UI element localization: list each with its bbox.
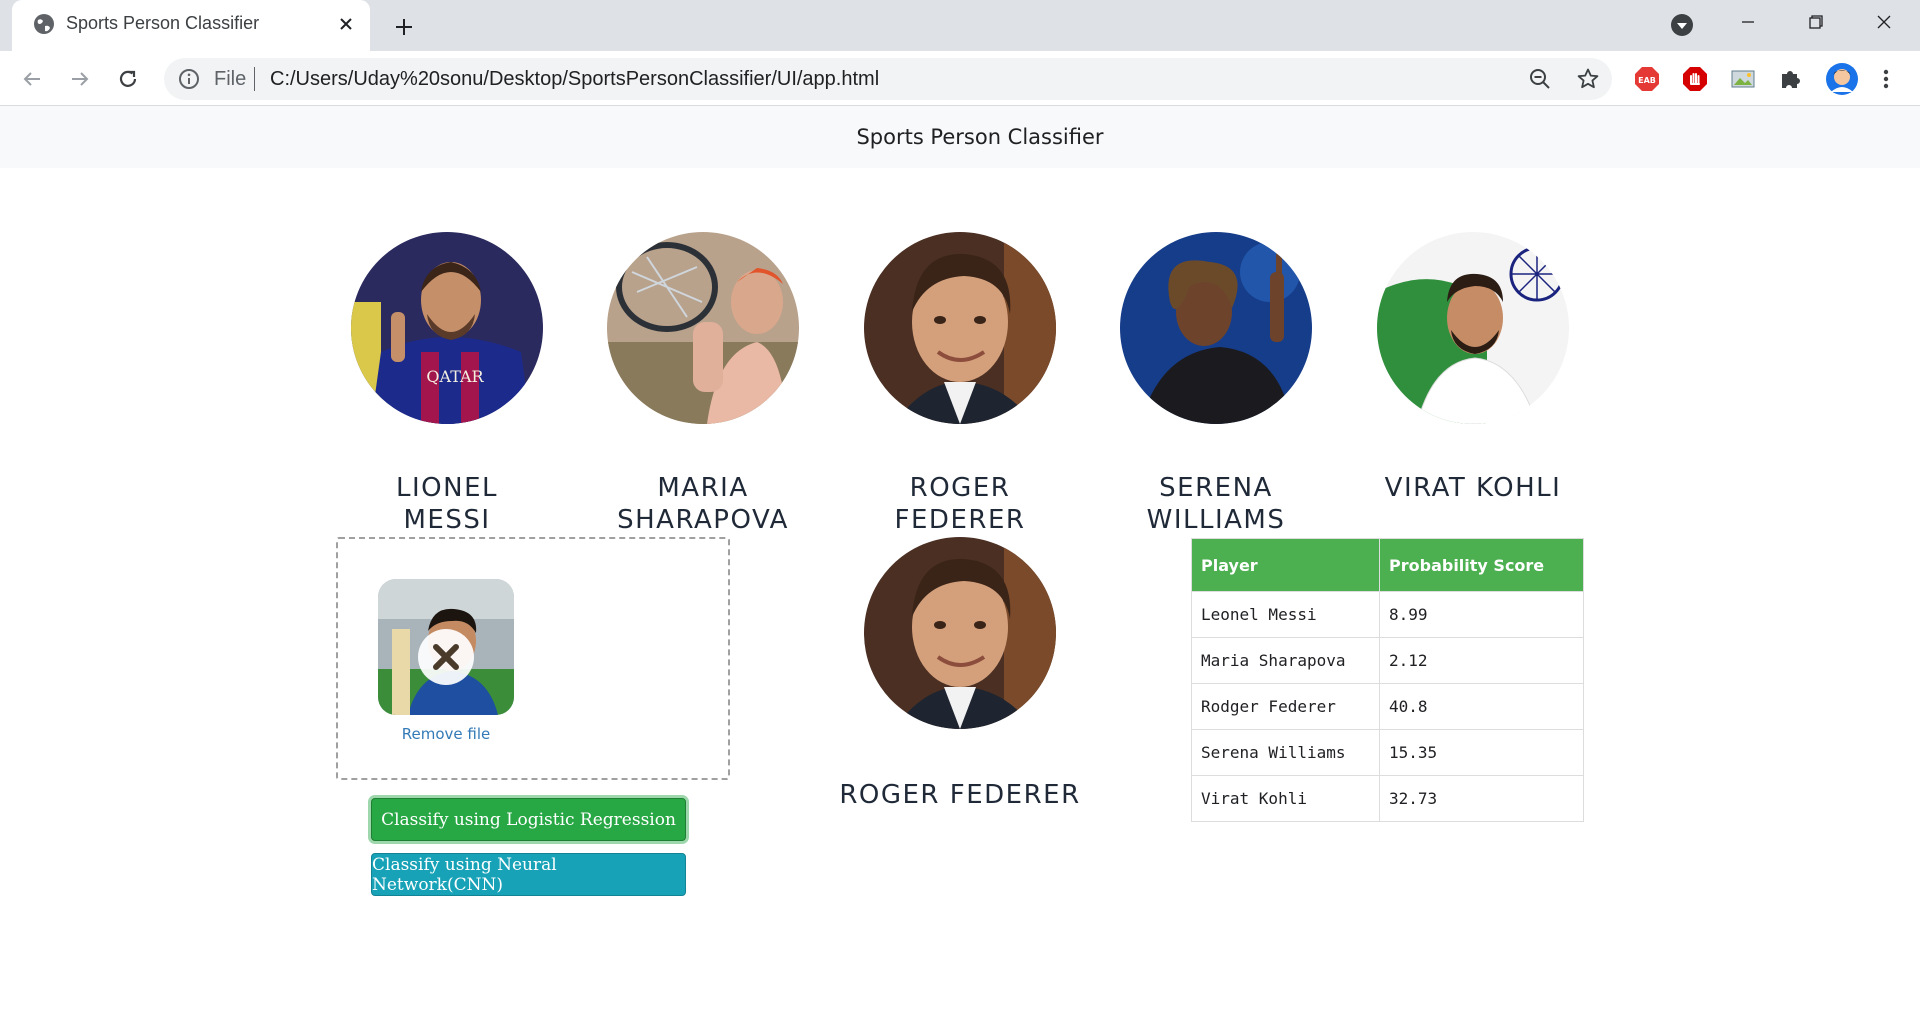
- player-name: LIONEL MESSI: [332, 472, 562, 536]
- table-row: Leonel Messi 8.99: [1191, 591, 1584, 638]
- table-row: Rodger Federer 40.8: [1191, 683, 1584, 730]
- page-content: Sports Person Classifier QATAR LIONEL ME…: [0, 106, 1920, 1017]
- address-bar[interactable]: File C:/Users/Uday%20sonu/Desktop/Sports…: [164, 58, 1612, 100]
- classify-cnn-button[interactable]: Classify using Neural Network(CNN): [371, 853, 686, 896]
- player-card-federer: ROGER FEDERER: [845, 232, 1075, 536]
- remove-file-icon[interactable]: [418, 629, 474, 685]
- player-card-serena: SERENA WILLIAMS: [1101, 232, 1331, 536]
- forward-arrow-icon[interactable]: [63, 62, 97, 96]
- puzzle-extensions-icon[interactable]: [1777, 65, 1805, 93]
- minimize-icon[interactable]: [1718, 0, 1778, 44]
- player-photo-sharapova: [607, 232, 799, 424]
- player-cell: Serena Williams: [1191, 729, 1380, 776]
- tab-strip: Sports Person Classifier: [0, 0, 1920, 51]
- result-player-photo: [864, 537, 1056, 729]
- classify-logistic-button[interactable]: Classify using Logistic Regression: [371, 798, 686, 841]
- info-icon[interactable]: [178, 68, 200, 90]
- player-photo-federer: [864, 232, 1056, 424]
- omnibox-divider: [254, 67, 255, 91]
- column-header: Probability Score: [1379, 538, 1584, 592]
- player-card-messi: QATAR LIONEL MESSI: [332, 232, 562, 536]
- score-cell: 32.73: [1379, 775, 1584, 822]
- active-tab[interactable]: Sports Person Classifier: [12, 0, 370, 51]
- tab-title: Sports Person Classifier: [66, 13, 260, 33]
- back-arrow-icon[interactable]: [15, 62, 49, 96]
- player-name: SERENA WILLIAMS: [1101, 472, 1331, 536]
- player-name: ROGER FEDERER: [845, 472, 1075, 536]
- navbar: Sports Person Classifier: [0, 106, 1920, 168]
- score-cell: 40.8: [1379, 683, 1584, 730]
- reload-icon[interactable]: [111, 62, 145, 96]
- file-scheme-label: File: [214, 68, 247, 90]
- table-row: Virat Kohli 32.73: [1191, 775, 1584, 822]
- probability-table: Player Probability Score Leonel Messi 8.…: [1191, 538, 1584, 822]
- player-photo-messi: QATAR: [351, 232, 543, 424]
- close-window-icon[interactable]: [1854, 0, 1914, 44]
- player-name: MARIA SHARAPOVA: [588, 472, 818, 536]
- bookmark-star-icon[interactable]: [1576, 67, 1600, 91]
- table-row: Serena Williams 15.35: [1191, 729, 1584, 776]
- result-player-name: ROGER FEDERER: [839, 780, 1081, 810]
- profile-avatar[interactable]: [1825, 62, 1859, 96]
- score-cell: 2.12: [1379, 637, 1584, 684]
- score-cell: 8.99: [1379, 591, 1584, 638]
- player-cell: Virat Kohli: [1191, 775, 1380, 822]
- player-cell: Rodger Federer: [1191, 683, 1380, 730]
- player-cell: Leonel Messi: [1191, 591, 1380, 638]
- player-name-line: WILLIAMS: [1146, 505, 1286, 535]
- url-text[interactable]: C:/Users/Uday%20sonu/Desktop/SportsPerso…: [270, 68, 879, 91]
- player-photo-kohli: [1377, 232, 1569, 424]
- eab-adblock-icon[interactable]: EAB: [1633, 65, 1661, 93]
- column-header: Player: [1191, 538, 1380, 592]
- tab-search-icon[interactable]: [1668, 11, 1696, 39]
- table-row: Maria Sharapova 2.12: [1191, 637, 1584, 684]
- player-name: VIRAT KOHLI: [1358, 472, 1588, 504]
- player-name-line: SHARAPOVA: [617, 505, 789, 535]
- upload-dropzone[interactable]: Remove file: [336, 537, 730, 780]
- svg-text:EAB: EAB: [1638, 76, 1656, 85]
- globe-icon: [32, 12, 56, 36]
- player-card-kohli: VIRAT KOHLI: [1358, 232, 1588, 504]
- player-name-line: SERENA: [1159, 473, 1273, 503]
- player-cell: Maria Sharapova: [1191, 637, 1380, 684]
- zoom-out-icon[interactable]: [1528, 67, 1552, 91]
- player-name-line: MESSI: [403, 505, 491, 535]
- score-cell: 15.35: [1379, 729, 1584, 776]
- svg-text:QATAR: QATAR: [426, 367, 484, 386]
- image-extension-icon[interactable]: [1729, 65, 1757, 93]
- menu-kebab-icon[interactable]: [1872, 65, 1900, 93]
- player-name-line: LIONEL: [396, 473, 498, 503]
- new-tab-icon[interactable]: [388, 11, 420, 43]
- player-name-line: VIRAT KOHLI: [1384, 473, 1562, 503]
- remove-file-link[interactable]: Remove file: [378, 725, 514, 743]
- table-header-row: Player Probability Score: [1191, 538, 1584, 592]
- close-tab-icon[interactable]: [334, 12, 358, 36]
- navbar-brand[interactable]: Sports Person Classifier: [816, 125, 1103, 149]
- player-name-line: FEDERER: [894, 505, 1026, 535]
- restore-icon[interactable]: [1786, 0, 1846, 44]
- browser-toolbar: File C:/Users/Uday%20sonu/Desktop/Sports…: [0, 51, 1920, 106]
- player-name-line: MARIA: [657, 473, 749, 503]
- player-name-line: ROGER: [909, 473, 1011, 503]
- player-photo-serena: [1120, 232, 1312, 424]
- adblock-stop-icon[interactable]: [1681, 65, 1709, 93]
- player-card-sharapova: MARIA SHARAPOVA: [588, 232, 818, 536]
